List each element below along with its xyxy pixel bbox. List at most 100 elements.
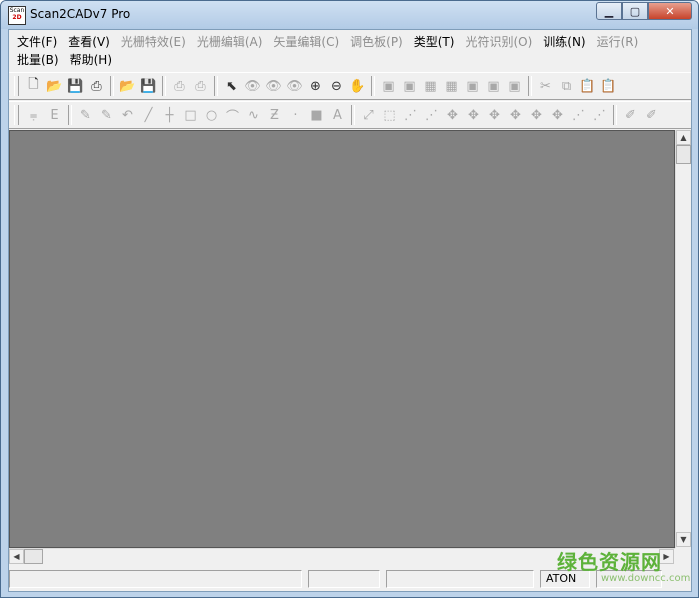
frame-3-button[interactable]: ▦ bbox=[420, 75, 441, 97]
vector-node-4-button[interactable]: ✥ bbox=[463, 104, 484, 126]
frame-1-icon: ▣ bbox=[382, 78, 395, 94]
toolbar-grip[interactable] bbox=[14, 76, 19, 96]
pen-double-button[interactable]: ✎ bbox=[96, 104, 117, 126]
wave-button[interactable]: ∿ bbox=[243, 104, 264, 126]
line-button[interactable]: ╱ bbox=[138, 104, 159, 126]
menu-item-row1-6[interactable]: 类型(T) bbox=[410, 33, 462, 51]
circle-button[interactable]: ○ bbox=[201, 104, 222, 126]
client-area: 文件(F) 查看(V) 光栅特效(E) 光栅编辑(A) 矢量编辑(C) 调色板(P) 类型(… bbox=[8, 29, 692, 592]
paste-button[interactable]: 📋 bbox=[577, 75, 598, 97]
zoom-out-button[interactable]: ⊖ bbox=[326, 75, 347, 97]
view-raster-button[interactable]: 👁 bbox=[242, 75, 263, 97]
frame-3-icon: ▦ bbox=[424, 78, 437, 94]
pointer-button[interactable]: ⬉ bbox=[221, 75, 242, 97]
vector-node-2-icon: ⋰ bbox=[425, 107, 438, 123]
arc-button[interactable]: ⌒ bbox=[222, 104, 243, 126]
vector-node-1-button[interactable]: ⋰ bbox=[400, 104, 421, 126]
print-icon: ⎙ bbox=[174, 78, 185, 94]
vertical-scroll-thumb[interactable] bbox=[676, 145, 691, 164]
window-title: Scan2CADv7 Pro bbox=[30, 7, 131, 21]
minimize-icon: ▁ bbox=[604, 4, 614, 18]
scan-button[interactable]: ⎙ bbox=[86, 75, 107, 97]
view-both-button[interactable]: 👁 bbox=[284, 75, 305, 97]
zoom-in-button[interactable]: ⊕ bbox=[305, 75, 326, 97]
fill-icon: ■ bbox=[310, 107, 323, 123]
app-logo-icon[interactable]: Scan 2D bbox=[8, 6, 26, 25]
copy-icon: ⧉ bbox=[561, 78, 572, 94]
vector-node-6-button[interactable]: ✥ bbox=[505, 104, 526, 126]
menu-item-row1-2[interactable]: 光栅特效(E) bbox=[117, 33, 193, 51]
menu-item-row1-8[interactable]: 训练(N) bbox=[539, 33, 592, 51]
menu-item-row2-0[interactable]: 批量(B) bbox=[13, 51, 66, 69]
frame-4-button[interactable]: ▦ bbox=[441, 75, 462, 97]
frame-2-button[interactable]: ▣ bbox=[399, 75, 420, 97]
paste-special-button[interactable]: 📋 bbox=[598, 75, 619, 97]
menu-item-row1-1[interactable]: 查看(V) bbox=[64, 33, 117, 51]
close-button[interactable]: ✕ bbox=[648, 2, 692, 20]
print-preview-button[interactable]: ⎙ bbox=[190, 75, 211, 97]
menu-item-row1-0[interactable]: 文件(F) bbox=[13, 33, 64, 51]
menu-item-row1-3[interactable]: 光栅编辑(A) bbox=[193, 33, 270, 51]
title-bar[interactable]: Scan 2D Scan2CADv7 Pro ▁ ▢ ✕ bbox=[1, 1, 698, 29]
frame-7-button[interactable]: ▣ bbox=[504, 75, 525, 97]
vector-diag-button[interactable]: ⤢ bbox=[358, 104, 379, 126]
drawing-canvas[interactable] bbox=[9, 130, 675, 548]
toolbar-separator bbox=[613, 105, 617, 125]
horizontal-scroll-thumb[interactable] bbox=[24, 549, 43, 564]
vector-node-2-button[interactable]: ⋰ bbox=[421, 104, 442, 126]
view-raster-icon: 👁 bbox=[244, 78, 261, 94]
watermark-text: 绿色资源网 bbox=[557, 550, 662, 574]
scroll-down-button[interactable]: ▼ bbox=[676, 532, 691, 547]
vector-axes-button[interactable]: ⬚ bbox=[379, 104, 400, 126]
menu-item-row1-5[interactable]: 调色板(P) bbox=[346, 33, 410, 51]
pan-hand-button[interactable]: ✋ bbox=[347, 75, 368, 97]
frame-5-button[interactable]: ▣ bbox=[462, 75, 483, 97]
cross-line-button[interactable]: ┼ bbox=[159, 104, 180, 126]
menu-item-row1-9[interactable]: 运行(R) bbox=[593, 33, 646, 51]
vector-node-9-button[interactable]: ⋰ bbox=[568, 104, 589, 126]
z-button[interactable]: Ƶ bbox=[264, 104, 285, 126]
align-left-button[interactable]: ⩦ bbox=[23, 104, 44, 126]
save-button[interactable]: 💾 bbox=[65, 75, 86, 97]
toolbar-grip[interactable] bbox=[14, 105, 19, 125]
undo-curve-button[interactable]: ↶ bbox=[117, 104, 138, 126]
frame-1-button[interactable]: ▣ bbox=[378, 75, 399, 97]
vector-node-10-button[interactable]: ⋰ bbox=[589, 104, 610, 126]
print-preview-icon: ⎙ bbox=[195, 78, 206, 94]
open-vector-button[interactable]: 📂 bbox=[117, 75, 138, 97]
eyedropper-plus-button[interactable]: ✐ bbox=[641, 104, 662, 126]
eyedropper-button[interactable]: ✐ bbox=[620, 104, 641, 126]
rectangle-button[interactable]: □ bbox=[180, 104, 201, 126]
open-folder-button[interactable]: 📂 bbox=[44, 75, 65, 97]
menu-item-row1-4[interactable]: 矢量编辑(C) bbox=[269, 33, 346, 51]
window-controls: ▁ ▢ ✕ bbox=[596, 2, 692, 21]
vector-node-1-icon: ⋰ bbox=[404, 107, 417, 123]
point-button[interactable]: · bbox=[285, 104, 306, 126]
arc-icon: ⌒ bbox=[225, 109, 239, 125]
vector-node-8-button[interactable]: ✥ bbox=[547, 104, 568, 126]
frame-6-button[interactable]: ▣ bbox=[483, 75, 504, 97]
view-vector-button[interactable]: 👁 bbox=[263, 75, 284, 97]
vertical-scrollbar[interactable]: ▲ ▼ bbox=[675, 130, 691, 548]
pen-button[interactable]: ✎ bbox=[75, 104, 96, 126]
text-button[interactable]: A bbox=[327, 104, 348, 126]
maximize-button[interactable]: ▢ bbox=[622, 2, 648, 20]
cross-line-icon: ┼ bbox=[165, 107, 174, 123]
fill-button[interactable]: ■ bbox=[306, 104, 327, 126]
scroll-up-button[interactable]: ▲ bbox=[676, 130, 691, 145]
new-document-button[interactable]: 🗋 bbox=[23, 75, 44, 97]
menu-item-row1-7[interactable]: 光符识别(O) bbox=[461, 33, 539, 51]
cut-button[interactable]: ✂ bbox=[535, 75, 556, 97]
paste-icon: 📋 bbox=[579, 78, 596, 94]
copy-button[interactable]: ⧉ bbox=[556, 75, 577, 97]
vector-node-5-button[interactable]: ✥ bbox=[484, 104, 505, 126]
save-vector-button[interactable]: 💾 bbox=[138, 75, 159, 97]
menu-row-2: 批量(B) 帮助(H) bbox=[13, 51, 119, 69]
vector-node-7-button[interactable]: ✥ bbox=[526, 104, 547, 126]
align-right-button[interactable]: Ε bbox=[44, 104, 65, 126]
scroll-left-button[interactable]: ◀ bbox=[9, 549, 24, 564]
vector-node-3-button[interactable]: ✥ bbox=[442, 104, 463, 126]
menu-item-row2-1[interactable]: 帮助(H) bbox=[66, 51, 119, 69]
print-button[interactable]: ⎙ bbox=[169, 75, 190, 97]
minimize-button[interactable]: ▁ bbox=[596, 2, 622, 20]
